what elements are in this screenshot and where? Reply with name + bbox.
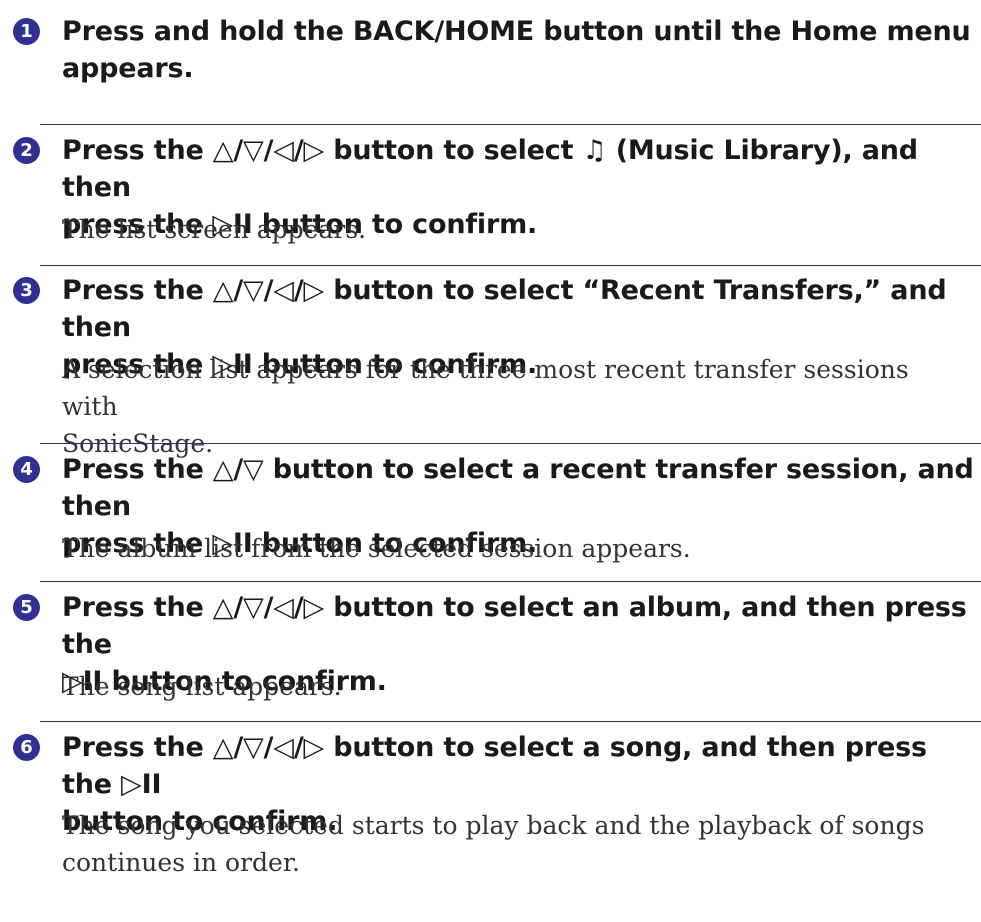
step-heading-line: appears. [62, 53, 194, 84]
step-description-line: The song you selected starts to play bac… [62, 811, 925, 840]
music-note-icon: ♫ [582, 135, 607, 166]
step-divider [40, 443, 981, 444]
step-heading-line: Press the △/▽/◁/▷ button to select a son… [62, 732, 927, 800]
step-divider [40, 124, 981, 125]
step-number-badge: 2 [13, 137, 40, 164]
step-number-badge: 4 [13, 456, 40, 483]
step-description: The song you selected starts to play bac… [62, 807, 962, 881]
step-heading-line: Press and hold the BACK/HOME button unti… [62, 16, 971, 47]
step-divider [40, 265, 981, 266]
step-heading-line: Press the △/▽/◁/▷ button to select “Rece… [62, 275, 947, 343]
step-description: The song list appears. [62, 672, 342, 701]
step-number-badge: 1 [13, 18, 40, 45]
step-heading: Press and hold the BACK/HOME button unti… [62, 13, 977, 87]
step-number-badge: 6 [13, 734, 40, 761]
step-number-badge: 3 [13, 277, 40, 304]
step-heading-line: Press the △/▽/◁/▷ button to select an al… [62, 592, 967, 660]
step-divider [40, 721, 981, 722]
step-description: The album list from the selected session… [62, 534, 691, 563]
step-heading-line: Press the △/▽/◁/▷ button to select ♫ (Mu… [62, 135, 918, 203]
step-description-line: continues in order. [62, 848, 300, 877]
step-divider [40, 581, 981, 582]
step-description: A selection list appears for the three m… [62, 351, 962, 462]
step-heading-line: Press the △/▽ button to select a recent … [62, 454, 974, 522]
step-description-line: A selection list appears for the three m… [62, 355, 909, 421]
step-description: The list screen appears. [62, 215, 367, 244]
step-number-badge: 5 [13, 594, 40, 621]
